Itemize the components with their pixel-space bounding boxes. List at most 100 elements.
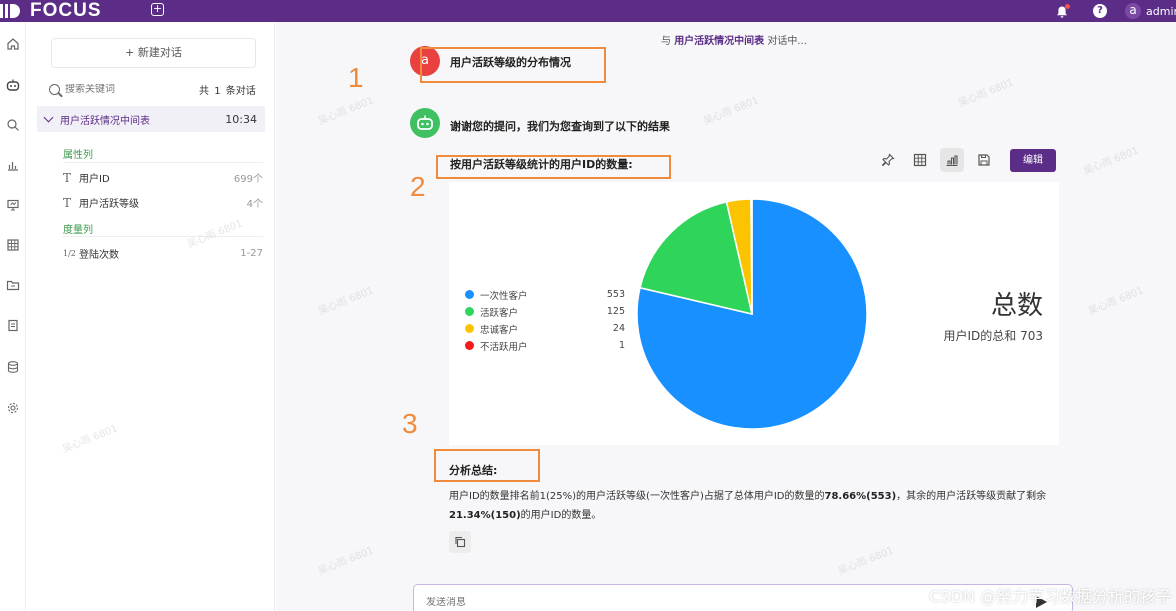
conversation-item[interactable]: 用户活跃情况中间表 10:34 [37, 106, 265, 132]
header-status: 对话中... [767, 36, 807, 47]
measures-label: 度量列 [63, 225, 93, 236]
pin-icon[interactable] [876, 148, 900, 172]
search-box[interactable] [49, 80, 169, 98]
legend-label: 忠诚客户 [480, 324, 519, 336]
home-icon[interactable] [6, 36, 20, 50]
legend-item[interactable]: 一次性客户 553 [465, 286, 625, 303]
field-name: 用户活跃等级 [79, 199, 139, 210]
legend-value: 553 [606, 289, 625, 300]
watermark: 吴心雨 6801 [316, 95, 376, 128]
pie-slice[interactable] [750, 199, 753, 315]
conversation-panel: + 新建对话 共 1 条对话 用户活跃情况中间表 10:34 属性列 T 用户I… [27, 22, 275, 611]
legend-item[interactable]: 活跃客户 125 [465, 303, 625, 320]
logo[interactable]: FOCUS [0, 0, 102, 22]
add-tab-icon[interactable]: + [151, 3, 164, 16]
chevron-down-icon[interactable] [43, 112, 54, 122]
help-icon[interactable]: ? [1093, 4, 1107, 18]
count-suffix: 条对话 [225, 86, 256, 97]
highlight-box-1 [420, 47, 606, 83]
watermark: 吴心雨 6801 [1086, 285, 1146, 318]
new-chat-button[interactable]: + 新建对话 [51, 38, 256, 68]
settings-gear-icon[interactable] [6, 400, 20, 414]
chat-main: 与 用户活跃情况中间表 对话中... a 用户活跃等级的分布情况 1 谢谢您的提… [276, 22, 1176, 611]
total-subtitle: 用户ID的总和 703 [943, 329, 1044, 343]
count-value: 1 [214, 86, 221, 97]
text-type-icon: T [63, 170, 72, 185]
field-user-id[interactable]: T 用户ID 699个 [63, 170, 263, 186]
chart-toolbar: 编辑 [876, 148, 1056, 172]
presentation-icon[interactable] [6, 197, 20, 211]
summary-highlight: 21.34%(150) [449, 510, 521, 521]
chat-header: 与 用户活跃情况中间表 对话中... [661, 32, 807, 47]
copy-icon [455, 536, 466, 548]
legend-color-dot [465, 324, 474, 333]
header-prefix: 与 [661, 36, 671, 47]
legend-label: 活跃客户 [480, 307, 519, 319]
database-icon[interactable] [6, 359, 20, 373]
csdn-watermark: CSDN @努力学习数据分析的孩子 [929, 587, 1172, 606]
chart-nav-icon[interactable] [6, 157, 20, 171]
top-bar: FOCUS + ? a admin [0, 0, 1176, 22]
user-avatar[interactable]: a [1125, 3, 1141, 19]
summary-text: 用户ID的数量排名前1(25%)的用户活跃等级(一次性客户)占据了总体用户ID的… [449, 487, 1069, 525]
field-range: 1-27 [240, 248, 263, 259]
field-login-count[interactable]: 1/2 登陆次数 1-27 [63, 246, 263, 261]
watermark: 吴心雨 6801 [1081, 145, 1141, 178]
robot-icon [417, 115, 433, 130]
legend-item[interactable]: 不活跃用户 1 [465, 337, 625, 354]
summary-highlight: 78.66%(553) [824, 491, 897, 502]
search-input[interactable] [65, 83, 165, 95]
attributes-label: 属性列 [63, 150, 93, 161]
highlight-box-3 [434, 449, 540, 482]
text-type-icon: T [63, 195, 72, 210]
divider [63, 236, 263, 237]
copy-button[interactable] [449, 531, 471, 553]
legend-item[interactable]: 忠诚客户 24 [465, 320, 625, 337]
edit-button[interactable]: 编辑 [1010, 148, 1056, 172]
summary-part: 的用户ID的数量。 [520, 510, 602, 521]
count-prefix: 共 [199, 86, 209, 97]
icon-rail [0, 22, 26, 611]
legend-value: 125 [606, 306, 625, 317]
table-view-icon[interactable] [908, 148, 932, 172]
field-name: 登陆次数 [79, 250, 119, 261]
watermark: 吴心雨 6801 [316, 545, 376, 578]
user-name[interactable]: admin [1146, 5, 1176, 18]
table-icon[interactable] [6, 237, 20, 251]
total-title: 总数 [990, 291, 1043, 321]
highlight-box-2 [436, 155, 671, 179]
field-name: 用户ID [79, 174, 110, 185]
notification-bell-icon[interactable] [1055, 4, 1070, 18]
legend-label: 一次性客户 [480, 290, 528, 302]
logo-mark-icon [0, 4, 20, 18]
pie-chart[interactable] [637, 199, 867, 429]
summary-part: ，其余的用户活跃等级贡献了剩余 [896, 491, 1047, 502]
conversation-time: 10:34 [225, 112, 257, 126]
search-nav-icon[interactable] [6, 117, 20, 131]
watermark: 吴心雨 6801 [836, 545, 896, 578]
clipboard-icon[interactable] [6, 317, 20, 332]
legend-color-dot [465, 290, 474, 299]
divider [63, 162, 263, 163]
summary-part: 用户ID的数量排名前1(25%)的用户活跃等级(一次性客户)占据了总体用户ID的… [449, 491, 825, 502]
field-count: 4个 [246, 199, 263, 210]
legend-color-dot [465, 307, 474, 316]
chart-legend: 一次性客户 553 活跃客户 125 忠诚客户 24 不活跃用户 1 [465, 286, 625, 354]
watermark: 吴心雨 6801 [701, 95, 761, 128]
folder-icon[interactable] [6, 277, 20, 291]
step-number-1: 1 [348, 62, 364, 93]
search-icon [49, 83, 60, 95]
number-type-icon: 1/2 [63, 249, 76, 258]
field-user-level[interactable]: T 用户活跃等级 4个 [63, 195, 263, 211]
legend-value: 1 [618, 340, 625, 351]
robot-chat-icon[interactable] [6, 77, 20, 91]
step-number-2: 2 [410, 171, 426, 202]
message-input[interactable] [426, 597, 926, 608]
assistant-avatar [410, 108, 440, 138]
legend-label: 不活跃用户 [480, 341, 528, 353]
conversation-title: 用户活跃情况中间表 [60, 115, 150, 127]
chart-view-icon[interactable] [940, 148, 964, 172]
header-table-name[interactable]: 用户活跃情况中间表 [674, 36, 764, 47]
save-icon[interactable] [972, 148, 996, 172]
chart-card: 一次性客户 553 活跃客户 125 忠诚客户 24 不活跃用户 1 总数 用户ID的总和 7… [449, 182, 1059, 445]
